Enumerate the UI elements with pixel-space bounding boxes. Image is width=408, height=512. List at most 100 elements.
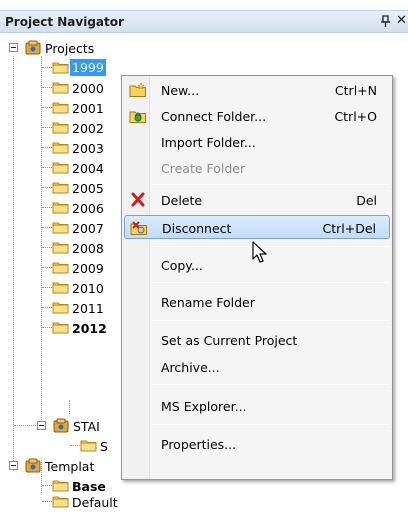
menu-item-archive[interactable]: Archive... <box>124 355 390 379</box>
tree-node-year[interactable]: 2006 <box>0 198 130 218</box>
templates-root-icon <box>25 458 42 473</box>
tree-node-year[interactable]: 2001 <box>0 98 130 118</box>
menu-item-connect-folder[interactable]: Connect Folder... Ctrl+O <box>124 104 390 128</box>
pin-icon[interactable] <box>380 14 392 28</box>
folder-icon <box>52 261 69 274</box>
menu-item-label: Archive... <box>161 360 220 375</box>
tree-node-year[interactable]: 2003 <box>0 138 130 158</box>
menu-separator <box>152 320 390 321</box>
tree-node-label: 2009 <box>72 261 104 276</box>
menu-item-label: Connect Folder... <box>161 109 267 124</box>
menu-item-rename-folder[interactable]: Rename Folder <box>124 290 390 314</box>
tree-node-label: 2005 <box>72 181 104 196</box>
connect-folder-icon <box>129 108 147 124</box>
tree-node-year[interactable]: 2002 <box>0 118 130 138</box>
menu-item-set-current-project[interactable]: Set as Current Project <box>124 328 390 352</box>
tree-node-label: 1999 <box>70 59 106 76</box>
menu-item-label: Copy... <box>161 258 203 273</box>
project-navigator-window: Project Navigator ✕ Projects 1999 2000 2… <box>0 0 408 510</box>
menu-item-label: Import Folder... <box>161 135 256 150</box>
tree-node-standards-child[interactable]: S <box>0 436 130 456</box>
folder-icon <box>52 161 69 174</box>
tree-node-label: 2010 <box>72 281 104 296</box>
delete-x-icon <box>129 192 147 208</box>
folder-icon <box>52 121 69 134</box>
menu-item-shortcut: Ctrl+O <box>334 109 377 124</box>
menu-item-properties[interactable]: Properties... <box>124 432 390 456</box>
menu-item-shortcut: Del <box>356 193 377 208</box>
folder-icon <box>52 495 69 508</box>
tree-node-label: Projects <box>45 41 95 56</box>
tree-node-label: 2004 <box>72 161 104 176</box>
tree-node-year[interactable]: 2012 <box>0 318 130 338</box>
menu-item-label: Delete <box>161 193 203 208</box>
tree-node-year[interactable]: 2009 <box>0 258 130 278</box>
collapse-icon[interactable] <box>9 461 18 470</box>
folder-icon <box>52 241 69 254</box>
tree-node-standards[interactable]: STAI <box>0 416 130 436</box>
folder-icon <box>52 201 69 214</box>
tree-node-year[interactable]: 2004 <box>0 158 130 178</box>
tree-node-label: 2000 <box>72 81 104 96</box>
standards-folder-icon <box>53 418 70 433</box>
menu-separator <box>152 184 390 185</box>
tree-node-projects[interactable]: Projects <box>0 38 160 58</box>
tree-node-label: 2006 <box>72 201 104 216</box>
tree-node-label: 2011 <box>72 301 104 316</box>
panel-title: Project Navigator <box>5 15 124 29</box>
menu-item-create-folder: Create Folder <box>124 156 390 180</box>
tree-node-label: Default <box>72 495 118 510</box>
tree-node-year[interactable]: 2010 <box>0 278 130 298</box>
folder-icon <box>52 321 69 334</box>
tree-node-template-default[interactable]: Default <box>0 492 130 512</box>
mouse-cursor-icon <box>252 241 268 265</box>
tree-node-year[interactable]: 2007 <box>0 218 130 238</box>
tree-node-label: S <box>100 439 108 454</box>
tree-node-label: 2007 <box>72 221 104 236</box>
menu-item-label: Rename Folder <box>161 295 255 310</box>
menu-item-label: Set as Current Project <box>161 333 298 348</box>
folder-icon <box>52 301 69 314</box>
folder-icon <box>52 281 69 294</box>
menu-separator <box>152 282 390 283</box>
tree-node-label: 2012 <box>72 321 107 336</box>
menu-item-shortcut: Ctrl+N <box>334 83 377 98</box>
menu-item-label: MS Explorer... <box>161 399 247 414</box>
collapse-icon[interactable] <box>9 43 18 52</box>
context-menu: New... Ctrl+N Connect Folder... Ctrl+O I… <box>121 75 393 480</box>
disconnect-folder-icon <box>130 220 148 236</box>
folder-icon <box>52 141 69 154</box>
new-folder-icon <box>129 82 147 98</box>
folder-icon <box>52 479 69 492</box>
tree-node-year[interactable]: 2000 <box>0 78 130 98</box>
tree-node-label: Templat <box>45 459 95 474</box>
tree-node-label: 2003 <box>72 141 104 156</box>
menu-item-label: Disconnect <box>162 221 232 236</box>
menu-item-import-folder[interactable]: Import Folder... <box>124 130 390 154</box>
folder-icon <box>52 61 69 74</box>
menu-item-disconnect[interactable]: Disconnect Ctrl+Del <box>124 215 390 239</box>
menu-item-label: Create Folder <box>161 161 246 176</box>
menu-item-label: Properties... <box>161 437 237 452</box>
project-root-icon <box>25 40 42 55</box>
tree-node-year[interactable]: 2008 <box>0 238 130 258</box>
folder-icon <box>80 439 97 452</box>
menu-item-new[interactable]: New... Ctrl+N <box>124 78 390 102</box>
folder-icon <box>52 181 69 194</box>
tree-node-year[interactable]: 2005 <box>0 178 130 198</box>
collapse-icon[interactable] <box>37 421 46 430</box>
tree-node-templates[interactable]: Templat <box>0 456 130 476</box>
folder-icon <box>52 221 69 234</box>
menu-separator <box>152 246 390 247</box>
menu-item-ms-explorer[interactable]: MS Explorer... <box>124 394 390 418</box>
menu-separator <box>152 384 390 385</box>
menu-item-delete[interactable]: Delete Del <box>124 188 390 212</box>
close-icon[interactable]: ✕ <box>396 13 408 28</box>
tree-node-year[interactable]: 1999 <box>0 58 130 78</box>
folder-icon <box>52 101 69 114</box>
tree-node-year[interactable]: 2011 <box>0 298 130 318</box>
tree-node-label: STAI <box>73 419 100 434</box>
menu-item-shortcut: Ctrl+Del <box>322 221 376 236</box>
tree-node-label: 2008 <box>72 241 104 256</box>
menu-item-label: New... <box>161 83 200 98</box>
